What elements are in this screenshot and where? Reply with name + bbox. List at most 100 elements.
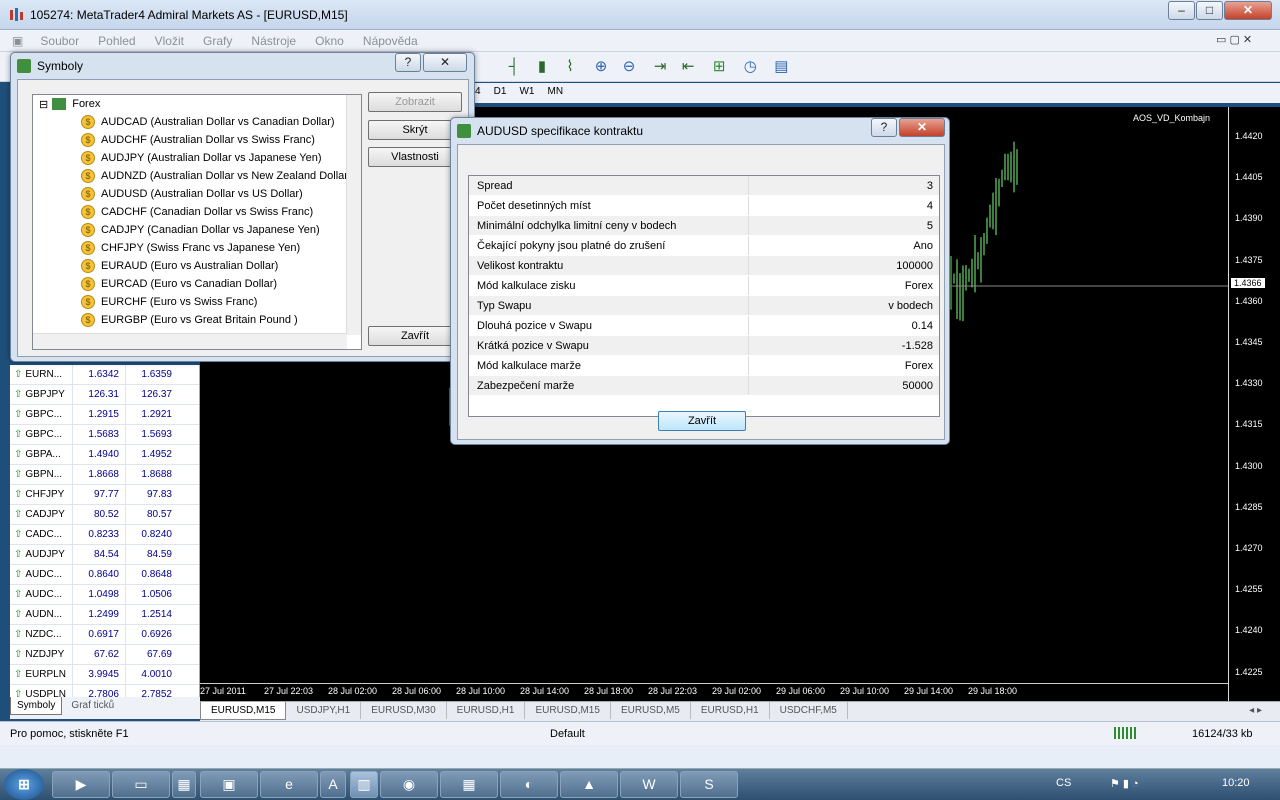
chart-tab[interactable]: USDJPY,H1: [286, 702, 362, 719]
chart-tab[interactable]: EURUSD,M30: [361, 702, 447, 719]
chart-tab[interactable]: EURUSD,M15: [525, 702, 611, 719]
bar-chart-icon[interactable]: ┤: [503, 56, 525, 78]
chart-tab[interactable]: EURUSD,M5: [611, 702, 691, 719]
acrobat-icon[interactable]: A: [320, 771, 346, 798]
market-watch-row[interactable]: ⇧ NZDJPY 67.62 67.69: [10, 644, 199, 665]
market-watch-row[interactable]: ⇧ AUDN... 1.2499 1.2514: [10, 604, 199, 625]
menu-help[interactable]: Nápověda: [355, 30, 426, 52]
market-watch-row[interactable]: ⇧ AUDJPY 84.54 84.59: [10, 544, 199, 565]
clock[interactable]: 10:20: [1222, 777, 1250, 789]
tab-scroll-arrows[interactable]: ◂ ▸: [1239, 702, 1272, 719]
tree-symbol-item[interactable]: $ CADCHF (Canadian Dollar vs Swiss Franc): [33, 203, 361, 221]
market-watch-row[interactable]: ⇧ EURPLN 3.9945 4.0010: [10, 664, 199, 685]
auto-scroll-icon[interactable]: ⇥: [649, 56, 671, 78]
tree-symbol-item[interactable]: $ AUDNZD (Australian Dollar vs New Zealan…: [33, 167, 361, 185]
metatrader-task-icon[interactable]: ▥: [350, 771, 378, 798]
skype-icon[interactable]: S: [680, 771, 738, 798]
period-mn[interactable]: MN: [543, 83, 569, 100]
tab-tick-chart[interactable]: Graf ticků: [65, 697, 120, 714]
close-button[interactable]: ✕: [1224, 1, 1272, 20]
spec-help-button[interactable]: ?: [871, 118, 897, 137]
app-icon-4[interactable]: ◐: [500, 771, 558, 798]
chart-tab[interactable]: USDCHF,M5: [770, 702, 848, 719]
symbols-tree[interactable]: ⊟ Forex $ AUDCAD (Australian Dollar vs Can…: [32, 94, 362, 350]
tree-symbol-item[interactable]: $ EURCHF (Euro vs Swiss Franc): [33, 293, 361, 311]
market-watch-row[interactable]: ⇧ GBPC... 1.5683 1.5693: [10, 424, 199, 445]
tree-symbol-item[interactable]: $ AUDCHF (Australian Dollar vs Swiss Fran…: [33, 131, 361, 149]
mw-symbol-text: GBPN...: [25, 469, 63, 480]
candle-chart-icon[interactable]: ▮: [531, 56, 553, 78]
zoom-in-icon[interactable]: ⊕: [590, 56, 612, 78]
tree-symbol-item[interactable]: $ CHFJPY (Swiss Franc vs Japanese Yen): [33, 239, 361, 257]
periods-icon[interactable]: ◷: [739, 56, 761, 78]
tree-symbol-item[interactable]: $ AUDJPY (Australian Dollar vs Japanese Y…: [33, 149, 361, 167]
help-button[interactable]: ?: [395, 53, 421, 72]
symbols-close-x[interactable]: ✕: [423, 53, 467, 72]
language-indicator[interactable]: CS: [1056, 777, 1071, 789]
tree-symbol-item[interactable]: $ EURAUD (Euro vs Australian Dollar): [33, 257, 361, 275]
mdi-controls[interactable]: ▭ ▢ ✕: [1216, 33, 1252, 46]
tree-symbol-item[interactable]: $ CADJPY (Canadian Dollar vs Japanese Yen…: [33, 221, 361, 239]
spec-close-button[interactable]: Zavřít: [658, 411, 746, 431]
market-watch-row[interactable]: ⇧ GBPN... 1.8668 1.8688: [10, 464, 199, 485]
menu-window[interactable]: Okno: [307, 30, 352, 52]
maximize-button[interactable]: □: [1196, 1, 1223, 20]
chart-tab[interactable]: EURUSD,M15: [200, 702, 287, 720]
menu-doc-icon: ▣: [12, 34, 24, 48]
tree-symbol-label: EURCAD (Euro vs Canadian Dollar): [101, 278, 278, 290]
tree-group-forex[interactable]: ⊟ Forex: [33, 95, 361, 113]
market-watch-row[interactable]: ⇧ AUDC... 1.0498 1.0506: [10, 584, 199, 605]
zoom-out-icon[interactable]: ⊖: [618, 56, 640, 78]
app-icon-5[interactable]: ▲: [560, 771, 618, 798]
app-icon-1[interactable]: ▦: [172, 771, 196, 798]
mw-symbol-text: CADJPY: [25, 509, 65, 520]
tray-icons[interactable]: ⚑ ▮ ◔: [1110, 777, 1139, 790]
market-watch-row[interactable]: ⇧ EURN... 1.6342 1.6359: [10, 364, 199, 385]
market-watch-row[interactable]: ⇧ NZDC... 0.6917 0.6926: [10, 624, 199, 645]
app-icon-3[interactable]: ▦: [440, 771, 498, 798]
hide-button[interactable]: Skrýt: [368, 120, 462, 140]
app-icon-2[interactable]: ▣: [200, 771, 258, 798]
menu-file[interactable]: Soubor: [32, 30, 87, 52]
tree-vertical-scrollbar[interactable]: [346, 95, 361, 335]
tree-symbol-item[interactable]: $ EURCAD (Euro vs Canadian Dollar): [33, 275, 361, 293]
minimize-button[interactable]: –: [1168, 1, 1195, 20]
spec-value: Forex: [904, 280, 933, 292]
menu-insert[interactable]: Vložit: [147, 30, 192, 52]
spec-close-x[interactable]: ✕: [899, 118, 945, 137]
period-w1[interactable]: W1: [514, 83, 539, 100]
market-watch-row[interactable]: ⇧ GBPA... 1.4940 1.4952: [10, 444, 199, 465]
market-watch-row[interactable]: ⇧ AUDC... 0.8640 0.8648: [10, 564, 199, 585]
chart-shift-icon[interactable]: ⇤: [677, 56, 699, 78]
symbols-close-button[interactable]: Zavřít: [368, 326, 462, 346]
chart-tab[interactable]: EURUSD,H1: [447, 702, 526, 719]
word-icon[interactable]: W: [620, 771, 678, 798]
market-watch-row[interactable]: ⇧ GBPJPY 126.31 126.37: [10, 384, 199, 405]
tree-symbol-item[interactable]: $ AUDUSD (Australian Dollar vs US Dollar): [33, 185, 361, 203]
period-d1[interactable]: D1: [489, 83, 512, 100]
properties-button[interactable]: Vlastnosti: [368, 147, 462, 167]
spec-value: Ano: [913, 240, 933, 252]
ie-icon[interactable]: e: [260, 771, 318, 798]
start-button[interactable]: ⊞: [4, 769, 44, 800]
chrome-icon[interactable]: ◉: [380, 771, 438, 798]
show-button[interactable]: Zobrazit: [368, 92, 462, 112]
media-player-icon[interactable]: ▶: [52, 771, 110, 798]
market-watch-row[interactable]: ⇧ GBPC... 1.2915 1.2921: [10, 404, 199, 425]
market-watch-row[interactable]: ⇧ CADC... 0.8233 0.8240: [10, 524, 199, 545]
market-watch-row[interactable]: ⇧ CHFJPY 97.77 97.83: [10, 484, 199, 505]
templates-icon[interactable]: ▤: [770, 56, 792, 78]
market-watch-row[interactable]: ⇧ CADJPY 80.52 80.57: [10, 504, 199, 525]
add-indicator-icon[interactable]: ⊞: [708, 56, 730, 78]
tree-symbol-item[interactable]: $ EURGBP (Euro vs Great Britain Pound ): [33, 311, 361, 329]
price-level-label: 1.4390: [1235, 213, 1263, 224]
line-chart-icon[interactable]: ⌇: [559, 56, 581, 78]
menu-charts[interactable]: Grafy: [195, 30, 240, 52]
menu-view[interactable]: Pohled: [90, 30, 143, 52]
chart-tab[interactable]: EURUSD,H1: [691, 702, 770, 719]
tab-symbols[interactable]: Symboly: [10, 697, 63, 715]
menu-tools[interactable]: Nástroje: [243, 30, 304, 52]
tree-horizontal-scrollbar[interactable]: [33, 333, 347, 349]
tree-symbol-item[interactable]: $ AUDCAD (Australian Dollar vs Canadian D…: [33, 113, 361, 131]
explorer-icon[interactable]: ▭: [112, 771, 170, 798]
